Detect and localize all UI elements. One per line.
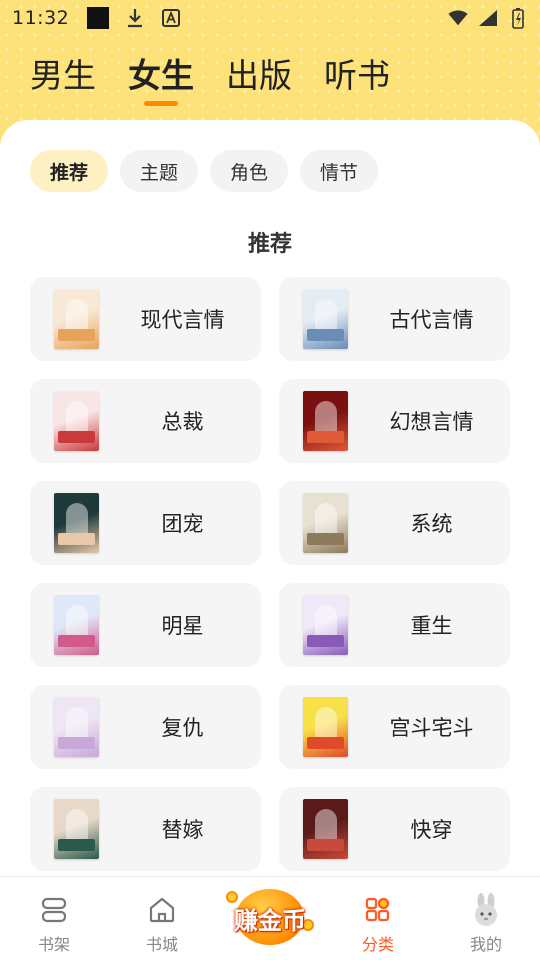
notification-square-icon — [87, 7, 110, 29]
book-cover — [303, 289, 348, 349]
top-tabs: 男生 女生 出版 听书 — [30, 52, 390, 106]
chip-theme[interactable]: 主题 — [120, 150, 199, 192]
category-label: 古代言情 — [389, 308, 474, 332]
book-cover — [54, 799, 99, 859]
nav-bookshelf[interactable]: 书架 — [0, 877, 108, 960]
book-cover — [303, 493, 348, 553]
book-cover — [54, 697, 99, 757]
book-cover — [303, 799, 348, 859]
nav-profile[interactable]: 我的 — [432, 877, 540, 960]
category-card[interactable]: 重生 — [279, 583, 510, 667]
chip-role[interactable]: 角色 — [210, 150, 289, 192]
book-cover — [54, 595, 99, 655]
tab-label: 出版 — [226, 56, 292, 95]
nav-label: 书架 — [37, 935, 70, 954]
tab-label: 男生 — [30, 56, 96, 95]
filter-chips: 推荐 主题 角色 情节 — [30, 150, 379, 192]
tab-label: 听书 — [324, 56, 390, 95]
chip-recommended[interactable]: 推荐 — [30, 150, 109, 192]
category-card[interactable]: 总裁 — [30, 379, 261, 463]
nav-earn-coins[interactable]: 赚金币 — [216, 877, 324, 960]
nav-label: 我的 — [469, 935, 502, 954]
category-label: 总裁 — [161, 410, 204, 434]
home-icon — [148, 897, 176, 927]
tab-male[interactable]: 男生 — [30, 52, 96, 100]
book-cover — [54, 289, 99, 349]
earn-coins-badge: 赚金币 — [222, 885, 318, 949]
download-icon — [125, 8, 145, 28]
category-card[interactable]: 快穿 — [279, 787, 510, 871]
category-label: 重生 — [410, 614, 453, 638]
bottom-nav: 书架 书城 赚金币 分类 我的 — [0, 876, 540, 960]
category-label: 系统 — [410, 512, 453, 536]
nav-bookstore[interactable]: 书城 — [108, 877, 216, 960]
category-label: 宫斗宅斗 — [389, 716, 474, 740]
category-label: 替嫁 — [161, 818, 204, 842]
nav-label: 分类 — [361, 935, 394, 954]
category-card[interactable]: 系统 — [279, 481, 510, 565]
category-label: 团宠 — [161, 512, 204, 536]
category-label: 幻想言情 — [389, 410, 474, 434]
book-cover — [303, 697, 348, 757]
battery-charging-icon — [508, 8, 528, 29]
rabbit-avatar-icon — [470, 893, 502, 927]
tab-label: 女生 — [128, 56, 194, 95]
nav-category[interactable]: 分类 — [324, 877, 432, 960]
chip-plot[interactable]: 情节 — [300, 150, 379, 192]
category-grid-icon — [364, 897, 392, 927]
wifi-icon — [448, 8, 468, 28]
book-cover — [54, 391, 99, 451]
category-grid: 现代言情 古代言情 总裁 幻想言情 团宠 系统 明星 重生 复仇 宫斗宅斗 替嫁… — [30, 277, 510, 871]
signal-icon — [478, 8, 498, 28]
section-title: 推荐 — [247, 232, 292, 257]
category-card[interactable]: 明星 — [30, 583, 261, 667]
book-cover — [303, 595, 348, 655]
book-cover — [303, 391, 348, 451]
category-panel: 推荐 主题 角色 情节 推荐 现代言情 古代言情 总裁 幻想言情 团宠 系统 明… — [0, 120, 540, 876]
book-cover — [54, 493, 99, 553]
category-card[interactable]: 宫斗宅斗 — [279, 685, 510, 769]
category-card[interactable]: 团宠 — [30, 481, 261, 565]
category-card[interactable]: 复仇 — [30, 685, 261, 769]
tab-publishing[interactable]: 出版 — [226, 52, 292, 100]
category-label: 复仇 — [161, 716, 204, 740]
category-card[interactable]: 幻想言情 — [279, 379, 510, 463]
earn-coins-label: 赚金币 — [234, 907, 306, 935]
font-a-icon — [161, 8, 181, 28]
category-label: 明星 — [161, 614, 204, 638]
category-card[interactable]: 古代言情 — [279, 277, 510, 361]
nav-label: 书城 — [145, 935, 178, 954]
status-time: 11:32 — [12, 7, 70, 29]
tab-audiobook[interactable]: 听书 — [324, 52, 390, 100]
category-label: 现代言情 — [140, 308, 225, 332]
tab-female[interactable]: 女生 — [128, 52, 194, 106]
status-bar: 11:32 — [0, 0, 540, 36]
active-tab-indicator — [144, 101, 178, 106]
category-card[interactable]: 替嫁 — [30, 787, 261, 871]
category-label: 快穿 — [410, 818, 453, 842]
bookshelf-icon — [40, 897, 68, 927]
category-card[interactable]: 现代言情 — [30, 277, 261, 361]
